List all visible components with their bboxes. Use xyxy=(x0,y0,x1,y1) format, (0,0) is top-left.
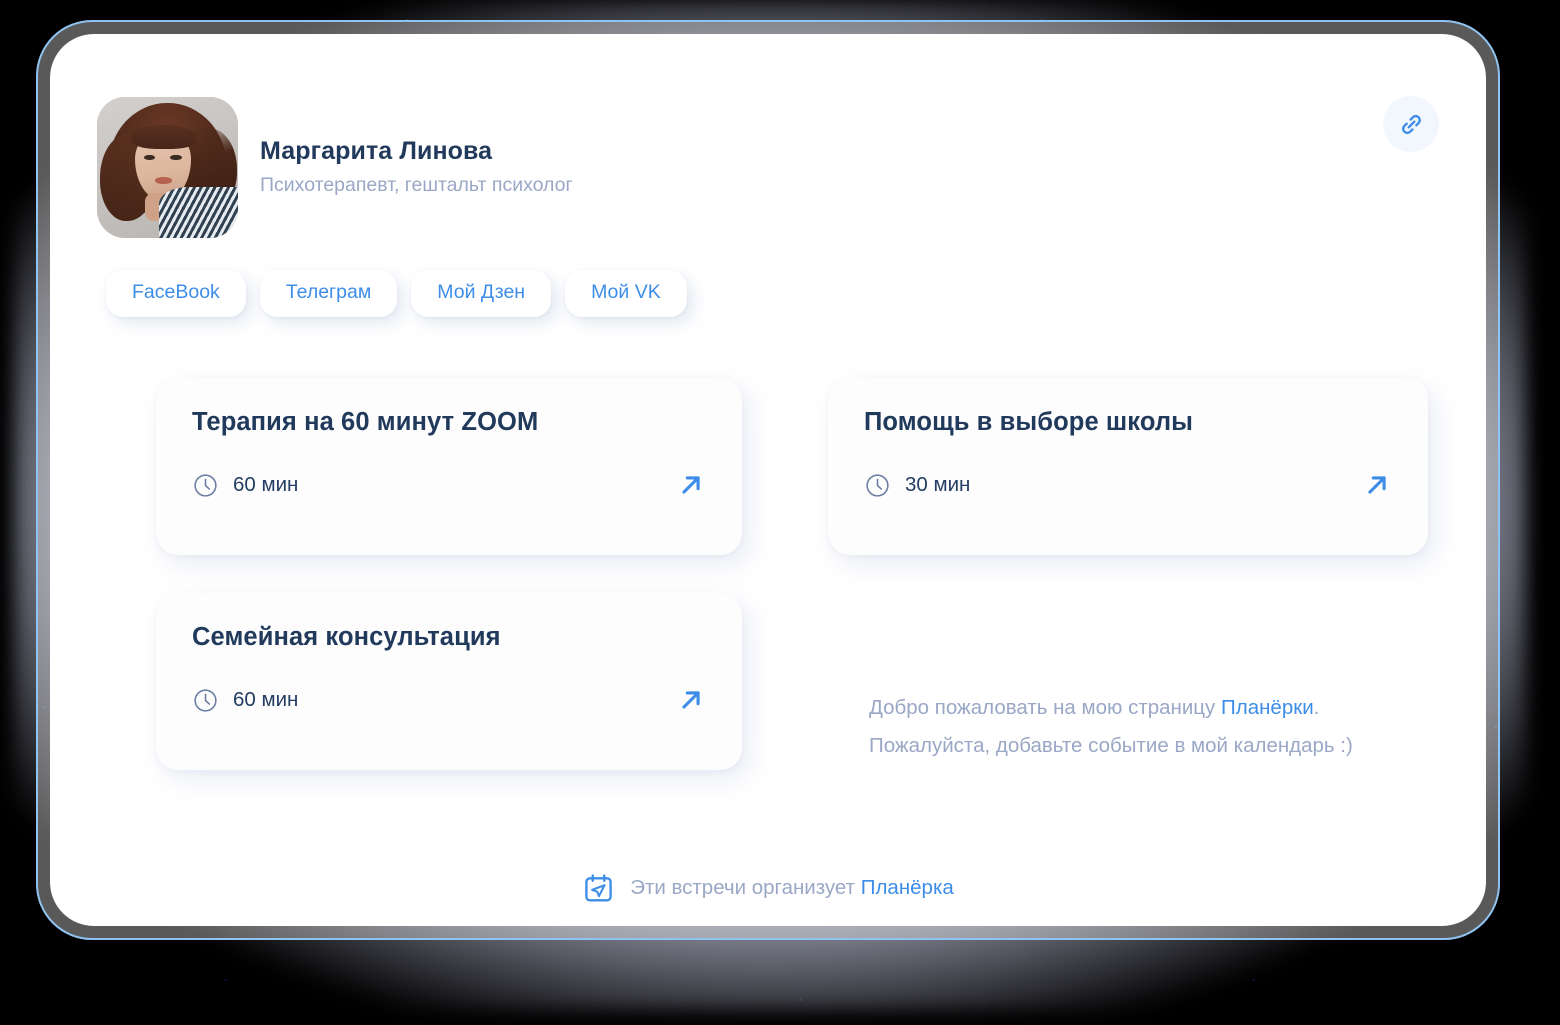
profile-page-card: Маргарита Линова Психотерапевт, гештальт… xyxy=(50,34,1486,926)
meeting-card-school[interactable]: Помощь в выборе школы 30 мин xyxy=(828,378,1428,555)
screenshot-stage: Маргарита Линова Психотерапевт, гештальт… xyxy=(0,0,1560,1025)
clock-icon xyxy=(194,688,217,712)
meeting-duration: 30 мин xyxy=(864,472,970,499)
meeting-title: Помощь в выборе школы xyxy=(864,408,1194,436)
profile-role: Психотерапевт, гештальт психолог xyxy=(260,174,573,197)
meeting-duration: 60 мин xyxy=(192,687,298,714)
meeting-duration-text: 30 мин xyxy=(905,472,971,496)
copy-link-button[interactable] xyxy=(1383,96,1439,152)
welcome-brand-link[interactable]: Планёрки xyxy=(1221,696,1314,719)
meeting-title: Терапия на 60 минут ZOOM xyxy=(192,408,539,436)
profile-name: Маргарита Линова xyxy=(260,137,493,166)
meeting-duration: 60 мин xyxy=(192,472,298,499)
calendar-send-icon xyxy=(585,874,612,902)
meeting-card-therapy[interactable]: Терапия на 60 минут ZOOM 60 мин xyxy=(156,378,742,555)
arrow-up-right-icon[interactable] xyxy=(1360,468,1394,502)
arrow-up-right-icon[interactable] xyxy=(674,468,708,502)
welcome-line1-after: . xyxy=(1313,696,1320,719)
footer-text: Эти встречи организует Планёрка xyxy=(630,878,954,899)
meeting-card-family[interactable]: Семейная консультация 60 мин xyxy=(156,593,742,770)
social-link-telegram[interactable]: Телеграм xyxy=(259,270,398,317)
meeting-title: Семейная консультация xyxy=(192,623,501,651)
social-link-facebook[interactable]: FaceBook xyxy=(106,270,246,317)
clock-icon xyxy=(194,473,217,497)
footer: Эти встречи организует Планёрка xyxy=(50,872,1486,905)
clock-icon xyxy=(866,473,889,497)
profile-header: Маргарита Линова Психотерапевт, гештальт… xyxy=(97,97,573,238)
avatar xyxy=(97,97,238,238)
welcome-message: Добро пожаловать на мою страницу Планёрк… xyxy=(869,689,1449,765)
profile-identity: Маргарита Линова Психотерапевт, гештальт… xyxy=(260,139,573,196)
social-links-row: FaceBook Телеграм Мой Дзен Мой VK xyxy=(106,270,687,317)
footer-brand-link[interactable]: Планёрка xyxy=(861,876,954,899)
meeting-duration-text: 60 мин xyxy=(233,472,299,496)
footer-text-before: Эти встречи организует xyxy=(630,876,861,900)
social-link-vk[interactable]: Мой VK xyxy=(565,270,687,317)
arrow-up-right-icon[interactable] xyxy=(674,683,708,717)
welcome-line2: Пожалуйста, добавьте событие в мой кален… xyxy=(869,733,1353,757)
welcome-line1-before: Добро пожаловать на мою страницу xyxy=(869,696,1221,719)
social-link-dzen[interactable]: Мой Дзен xyxy=(411,270,552,317)
meeting-duration-text: 60 мин xyxy=(233,687,299,711)
link-chain-icon xyxy=(1401,114,1421,134)
